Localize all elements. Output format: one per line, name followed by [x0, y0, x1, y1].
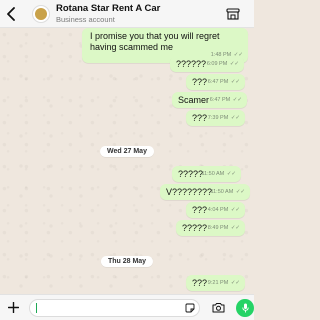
message-time: 6:47 PM: [207, 79, 229, 85]
camera-icon: [212, 303, 225, 313]
message-time: 4:04 PM: [207, 207, 229, 213]
camera-button[interactable]: [208, 295, 228, 320]
contact-subtitle: Business account: [56, 14, 115, 24]
message-text: ??????: [176, 59, 207, 69]
message-composer: [0, 294, 254, 320]
read-receipt-icon: ✓✓: [232, 97, 243, 103]
message-text: V????????: [166, 187, 213, 197]
date-separator: Thu 28 May: [100, 256, 154, 267]
storefront-button[interactable]: [222, 0, 244, 28]
message-bubble[interactable]: ????? 8:49 PM ✓✓: [176, 220, 246, 236]
read-receipt-icon: ✓✓: [229, 61, 240, 67]
message-bubble[interactable]: ?????? 6:09 PM ✓✓: [170, 56, 245, 72]
message-bubble[interactable]: ??? 6:47 PM ✓✓: [186, 74, 246, 90]
avatar[interactable]: [32, 4, 50, 23]
read-receipt-icon: ✓✓: [230, 280, 241, 286]
message-text: ???: [192, 77, 208, 87]
message-meta: 9:21 PM ✓✓: [208, 278, 240, 289]
back-button[interactable]: [0, 0, 22, 28]
message-time: 9:21 PM: [207, 280, 229, 286]
message-bubble[interactable]: ??? 4:04 PM ✓✓: [186, 202, 246, 218]
message-meta: 6:47 PM ✓✓: [208, 77, 240, 88]
message-meta: 7:39 PM ✓✓: [208, 113, 240, 124]
sticker-icon[interactable]: [185, 303, 195, 313]
read-receipt-icon: ✓✓: [230, 225, 241, 231]
message-meta: 8:49 PM ✓✓: [208, 223, 240, 234]
chat-header: Rotana Star Rent A Car Business account: [0, 0, 254, 28]
attach-button[interactable]: [2, 295, 26, 320]
message-meta: 6:09 PM ✓✓: [207, 59, 239, 70]
chat-area[interactable]: I promise you that you will regret havin…: [0, 28, 254, 294]
message-text: ???: [192, 113, 208, 123]
message-bubble[interactable]: Scamer 6:47 PM ✓✓: [172, 92, 248, 108]
message-text: ?????: [182, 223, 208, 233]
message-time: 6:47 PM: [209, 97, 231, 103]
message-time: 6:09 PM: [206, 61, 228, 67]
read-receipt-icon: ✓✓: [230, 207, 241, 213]
message-input[interactable]: [29, 299, 180, 316]
message-meta: 11:50 AM ✓✓: [201, 169, 236, 180]
text-cursor: [35, 302, 37, 313]
date-separator: Wed 27 May: [100, 146, 154, 157]
message-time: 11:50 AM: [201, 171, 225, 177]
chevron-left-icon: [7, 6, 15, 21]
message-meta: 11:50 AM ✓✓: [210, 187, 245, 198]
read-receipt-icon: ✓✓: [235, 189, 246, 195]
message-bubble[interactable]: V???????? 11:50 AM ✓✓: [160, 184, 251, 200]
storefront-icon: [226, 7, 240, 20]
read-receipt-icon: ✓✓: [226, 171, 237, 177]
message-text: ???: [192, 278, 208, 288]
plus-icon: [8, 302, 20, 313]
message-bubble[interactable]: ??? 9:21 PM ✓✓: [186, 275, 246, 291]
message-meta: 4:04 PM ✓✓: [208, 205, 240, 216]
message-text: Scamer: [178, 95, 210, 105]
read-receipt-icon: ✓✓: [230, 79, 241, 85]
read-receipt-icon: ✓✓: [230, 115, 241, 121]
message-time: 11:50 AM: [210, 189, 234, 195]
message-text: ???: [192, 205, 208, 215]
message-time: 7:39 PM: [207, 115, 229, 121]
message-input-wrapper[interactable]: [28, 298, 201, 317]
message-text: ?????: [178, 169, 204, 179]
microphone-icon: [241, 303, 249, 312]
message-meta: 6:47 PM ✓✓: [210, 95, 242, 106]
message-time: 8:49 PM: [207, 225, 229, 231]
message-bubble[interactable]: ??? 7:39 PM ✓✓: [186, 110, 246, 126]
contact-name: Rotana Star Rent A Car: [56, 3, 161, 14]
contact-info[interactable]: Rotana Star Rent A Car Business account: [56, 4, 222, 23]
message-bubble[interactable]: ????? 11:50 AM ✓✓: [172, 166, 242, 182]
voice-message-button[interactable]: [236, 298, 254, 317]
